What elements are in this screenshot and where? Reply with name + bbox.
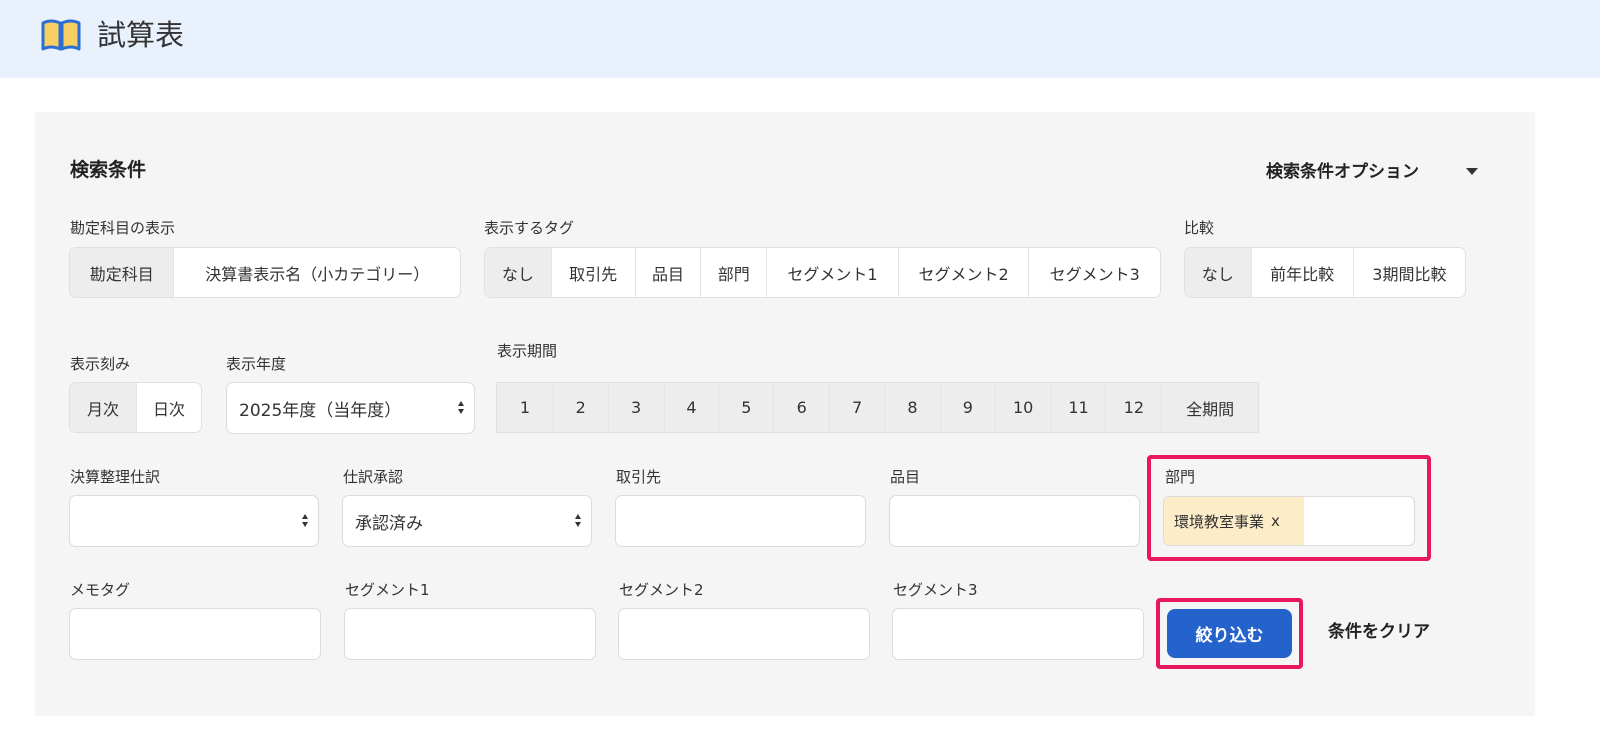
account-display-toggle: 勘定科目 決算書表示名（小カテゴリー） (69, 247, 461, 298)
tag-option-segment2[interactable]: セグメント2 (897, 248, 1029, 297)
period-option-12[interactable]: 12 (1105, 383, 1162, 432)
period-option-10[interactable]: 10 (994, 383, 1051, 432)
tag-option-segment3[interactable]: セグメント3 (1028, 248, 1160, 297)
period-option-all[interactable]: 全期間 (1161, 383, 1258, 432)
approval-label: 仕訳承認 (343, 468, 404, 486)
tag-display-label: 表示するタグ (484, 219, 575, 237)
remove-tag-icon[interactable]: x (1271, 512, 1280, 530)
account-display-option-statement-name[interactable]: 決算書表示名（小カテゴリー） (173, 248, 460, 297)
fiscal-year-select[interactable]: 2025年度（当年度） (226, 382, 475, 434)
tag-option-partner[interactable]: 取引先 (550, 248, 635, 297)
department-tag-text: 環境教室事業 (1174, 512, 1265, 531)
period-option-2[interactable]: 2 (552, 383, 608, 432)
department-tag-chip: 環境教室事業 x (1164, 497, 1304, 545)
period-option-11[interactable]: 11 (1050, 383, 1106, 432)
tag-option-none[interactable]: なし (485, 248, 551, 297)
select-arrows-icon (575, 514, 583, 530)
account-display-label: 勘定科目の表示 (70, 219, 176, 237)
fiscal-year-label: 表示年度 (226, 355, 287, 373)
interval-option-monthly[interactable]: 月次 (70, 383, 136, 432)
caret-down-icon[interactable] (1466, 168, 1478, 175)
memo-tag-label: メモタグ (70, 581, 131, 599)
period-option-4[interactable]: 4 (663, 383, 719, 432)
search-options-toggle[interactable]: 検索条件オプション (1266, 158, 1419, 186)
filter-button[interactable]: 絞り込む (1167, 609, 1292, 658)
segment3-label: セグメント3 (893, 581, 978, 599)
page-title: 試算表 (97, 18, 185, 52)
page-header: 試算表 (0, 0, 1600, 78)
search-conditions-title: 検索条件 (70, 159, 147, 181)
account-display-option-account[interactable]: 勘定科目 (70, 248, 174, 297)
interval-label: 表示刻み (70, 355, 131, 373)
segment2-input[interactable] (618, 608, 870, 660)
period-option-7[interactable]: 7 (829, 383, 884, 432)
segment2-label: セグメント2 (619, 581, 704, 599)
interval-option-daily[interactable]: 日次 (135, 383, 201, 432)
period-option-1[interactable]: 1 (497, 383, 553, 432)
select-arrows-icon (302, 514, 310, 530)
period-option-9[interactable]: 9 (939, 383, 995, 432)
adjusting-entries-label: 決算整理仕訳 (70, 468, 161, 486)
comparison-toggle: なし 前年比較 3期間比較 (1184, 247, 1466, 298)
tag-option-item[interactable]: 品目 (634, 248, 701, 297)
segment3-input[interactable] (892, 608, 1144, 660)
period-option-6[interactable]: 6 (773, 383, 830, 432)
item-input[interactable] (889, 495, 1140, 547)
select-arrows-icon (458, 401, 466, 417)
segment1-label: セグメント1 (345, 581, 430, 599)
period-option-3[interactable]: 3 (607, 383, 664, 432)
period-label: 表示期間 (497, 342, 558, 360)
fiscal-year-value: 2025年度（当年度） (239, 400, 402, 421)
comparison-label: 比較 (1184, 219, 1215, 237)
partner-label: 取引先 (616, 468, 662, 486)
partner-input[interactable] (615, 495, 866, 547)
period-option-8[interactable]: 8 (884, 383, 940, 432)
tag-option-department[interactable]: 部門 (700, 248, 766, 297)
memo-tag-input[interactable] (69, 608, 321, 660)
item-label: 品目 (890, 468, 921, 486)
comparison-option-none[interactable]: なし (1185, 248, 1251, 297)
approval-value: 承認済み (355, 513, 423, 534)
segment1-input[interactable] (344, 608, 596, 660)
comparison-option-three-periods[interactable]: 3期間比較 (1352, 248, 1465, 297)
period-selector: 1 2 3 4 5 6 7 8 9 10 11 12 全期間 (496, 382, 1259, 433)
period-option-5[interactable]: 5 (718, 383, 774, 432)
comparison-option-previous-year[interactable]: 前年比較 (1250, 248, 1353, 297)
approval-select[interactable]: 承認済み (342, 495, 592, 547)
department-label: 部門 (1165, 468, 1196, 486)
clear-conditions-button[interactable]: 条件をクリア (1328, 619, 1430, 645)
adjusting-entries-select[interactable] (69, 495, 319, 547)
tag-option-segment1[interactable]: セグメント1 (766, 248, 898, 297)
interval-toggle: 月次 日次 (69, 382, 202, 433)
book-icon (41, 19, 81, 51)
tag-display-toggle: なし 取引先 品目 部門 セグメント1 セグメント2 セグメント3 (484, 247, 1161, 298)
